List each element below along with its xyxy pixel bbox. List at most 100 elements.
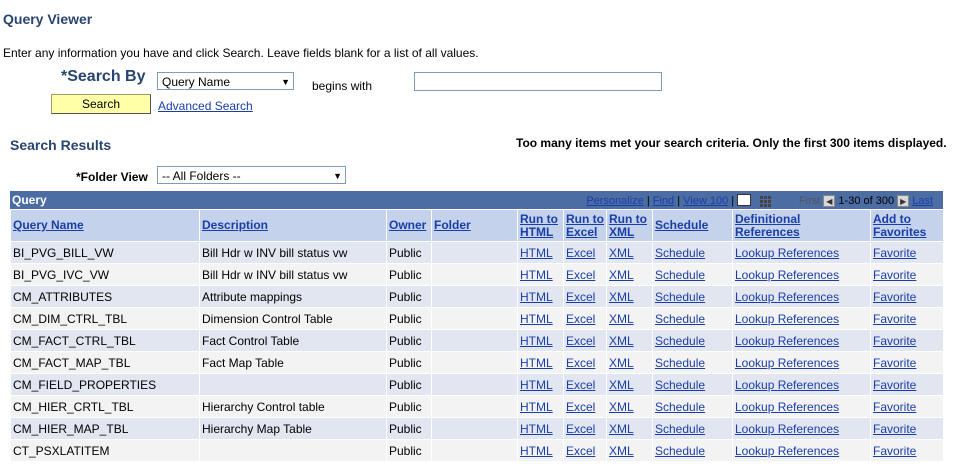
download-grid-icon[interactable] bbox=[760, 195, 772, 207]
lookup-references-link[interactable]: Lookup References bbox=[732, 307, 871, 330]
schedule-link-text[interactable]: Schedule bbox=[655, 268, 705, 282]
run-excel-link[interactable]: Excel bbox=[563, 439, 607, 462]
run-html-link-text[interactable]: HTML bbox=[520, 334, 553, 348]
run-xml-link[interactable]: XML bbox=[606, 285, 653, 308]
col-owner[interactable]: Owner bbox=[386, 209, 432, 242]
favorite-link[interactable]: Favorite bbox=[870, 373, 944, 396]
next-arrow-icon[interactable]: ▶ bbox=[897, 195, 910, 208]
favorite-link[interactable]: Favorite bbox=[870, 263, 944, 286]
run-excel-link-text[interactable]: Excel bbox=[566, 444, 595, 458]
schedule-link-text[interactable]: Schedule bbox=[655, 378, 705, 392]
view-100-link[interactable]: View 100 bbox=[683, 195, 728, 207]
last-link[interactable]: Last bbox=[912, 195, 933, 207]
col-add-to-favorites[interactable]: Add to Favorites bbox=[870, 209, 944, 242]
lookup-references-link-text[interactable]: Lookup References bbox=[735, 312, 839, 326]
lookup-references-link-text[interactable]: Lookup References bbox=[735, 334, 839, 348]
run-html-link[interactable]: HTML bbox=[517, 373, 564, 396]
run-html-link-text[interactable]: HTML bbox=[520, 290, 553, 304]
run-excel-link-text[interactable]: Excel bbox=[566, 290, 595, 304]
col-run-xml[interactable]: Run to XML bbox=[606, 209, 653, 242]
run-excel-link[interactable]: Excel bbox=[563, 351, 607, 374]
schedule-link-text[interactable]: Schedule bbox=[655, 400, 705, 414]
run-xml-link[interactable]: XML bbox=[606, 395, 653, 418]
run-excel-link-text[interactable]: Excel bbox=[566, 356, 595, 370]
run-html-link-text[interactable]: HTML bbox=[520, 312, 553, 326]
schedule-link[interactable]: Schedule bbox=[652, 351, 733, 374]
lookup-references-link-text[interactable]: Lookup References bbox=[735, 444, 839, 458]
run-xml-link-text[interactable]: XML bbox=[609, 378, 634, 392]
favorite-link[interactable]: Favorite bbox=[870, 329, 944, 352]
schedule-link-text[interactable]: Schedule bbox=[655, 356, 705, 370]
schedule-link[interactable]: Schedule bbox=[652, 263, 733, 286]
favorite-link[interactable]: Favorite bbox=[870, 241, 944, 264]
favorite-link-text[interactable]: Favorite bbox=[873, 334, 916, 348]
lookup-references-link-text[interactable]: Lookup References bbox=[735, 290, 839, 304]
run-xml-link-text[interactable]: XML bbox=[609, 400, 634, 414]
run-html-link[interactable]: HTML bbox=[517, 285, 564, 308]
run-html-link[interactable]: HTML bbox=[517, 395, 564, 418]
favorite-link[interactable]: Favorite bbox=[870, 395, 944, 418]
schedule-link[interactable]: Schedule bbox=[652, 373, 733, 396]
favorite-link-text[interactable]: Favorite bbox=[873, 246, 916, 260]
run-html-link[interactable]: HTML bbox=[517, 329, 564, 352]
run-excel-link-text[interactable]: Excel bbox=[566, 268, 595, 282]
schedule-link[interactable]: Schedule bbox=[652, 285, 733, 308]
run-excel-link-text[interactable]: Excel bbox=[566, 312, 595, 326]
lookup-references-link-text[interactable]: Lookup References bbox=[735, 246, 839, 260]
lookup-references-link[interactable]: Lookup References bbox=[732, 395, 871, 418]
col-description[interactable]: Description bbox=[199, 209, 387, 242]
run-excel-link-text[interactable]: Excel bbox=[566, 378, 595, 392]
schedule-link[interactable]: Schedule bbox=[652, 417, 733, 440]
run-excel-link-text[interactable]: Excel bbox=[566, 422, 595, 436]
favorite-link[interactable]: Favorite bbox=[870, 439, 944, 462]
run-xml-link-text[interactable]: XML bbox=[609, 356, 634, 370]
schedule-link[interactable]: Schedule bbox=[652, 395, 733, 418]
schedule-link-text[interactable]: Schedule bbox=[655, 422, 705, 436]
run-excel-link-text[interactable]: Excel bbox=[566, 400, 595, 414]
lookup-references-link-text[interactable]: Lookup References bbox=[735, 268, 839, 282]
schedule-link[interactable]: Schedule bbox=[652, 307, 733, 330]
run-excel-link[interactable]: Excel bbox=[563, 417, 607, 440]
run-excel-link-text[interactable]: Excel bbox=[566, 334, 595, 348]
advanced-search-link[interactable]: Advanced Search bbox=[158, 99, 253, 113]
run-xml-link[interactable]: XML bbox=[606, 417, 653, 440]
favorite-link-text[interactable]: Favorite bbox=[873, 312, 916, 326]
run-html-link[interactable]: HTML bbox=[517, 307, 564, 330]
col-query-name[interactable]: Query Name bbox=[10, 209, 200, 242]
search-button[interactable]: Search bbox=[51, 94, 151, 114]
schedule-link-text[interactable]: Schedule bbox=[655, 444, 705, 458]
favorite-link-text[interactable]: Favorite bbox=[873, 356, 916, 370]
run-excel-link[interactable]: Excel bbox=[563, 241, 607, 264]
run-xml-link-text[interactable]: XML bbox=[609, 334, 634, 348]
favorite-link-text[interactable]: Favorite bbox=[873, 268, 916, 282]
favorite-link-text[interactable]: Favorite bbox=[873, 400, 916, 414]
run-excel-link-text[interactable]: Excel bbox=[566, 246, 595, 260]
run-html-link-text[interactable]: HTML bbox=[520, 444, 553, 458]
run-xml-link[interactable]: XML bbox=[606, 351, 653, 374]
personalize-link[interactable]: Personalize bbox=[586, 195, 643, 207]
run-xml-link-text[interactable]: XML bbox=[609, 268, 634, 282]
run-html-link[interactable]: HTML bbox=[517, 263, 564, 286]
run-html-link[interactable]: HTML bbox=[517, 417, 564, 440]
run-xml-link-text[interactable]: XML bbox=[609, 312, 634, 326]
run-html-link-text[interactable]: HTML bbox=[520, 356, 553, 370]
favorite-link-text[interactable]: Favorite bbox=[873, 422, 916, 436]
folder-view-select[interactable]: -- All Folders -- ▼ bbox=[157, 166, 346, 184]
favorite-link[interactable]: Favorite bbox=[870, 285, 944, 308]
lookup-references-link[interactable]: Lookup References bbox=[732, 351, 871, 374]
lookup-references-link[interactable]: Lookup References bbox=[732, 285, 871, 308]
run-xml-link[interactable]: XML bbox=[606, 329, 653, 352]
favorite-link-text[interactable]: Favorite bbox=[873, 290, 916, 304]
run-xml-link-text[interactable]: XML bbox=[609, 444, 634, 458]
new-window-icon[interactable] bbox=[737, 194, 752, 207]
run-html-link[interactable]: HTML bbox=[517, 241, 564, 264]
find-link[interactable]: Find bbox=[653, 195, 674, 207]
lookup-references-link[interactable]: Lookup References bbox=[732, 439, 871, 462]
search-by-select[interactable]: Query Name ▼ bbox=[157, 72, 294, 90]
run-html-link[interactable]: HTML bbox=[517, 351, 564, 374]
run-excel-link[interactable]: Excel bbox=[563, 373, 607, 396]
run-xml-link-text[interactable]: XML bbox=[609, 422, 634, 436]
run-excel-link[interactable]: Excel bbox=[563, 395, 607, 418]
run-excel-link[interactable]: Excel bbox=[563, 285, 607, 308]
favorite-link-text[interactable]: Favorite bbox=[873, 378, 916, 392]
